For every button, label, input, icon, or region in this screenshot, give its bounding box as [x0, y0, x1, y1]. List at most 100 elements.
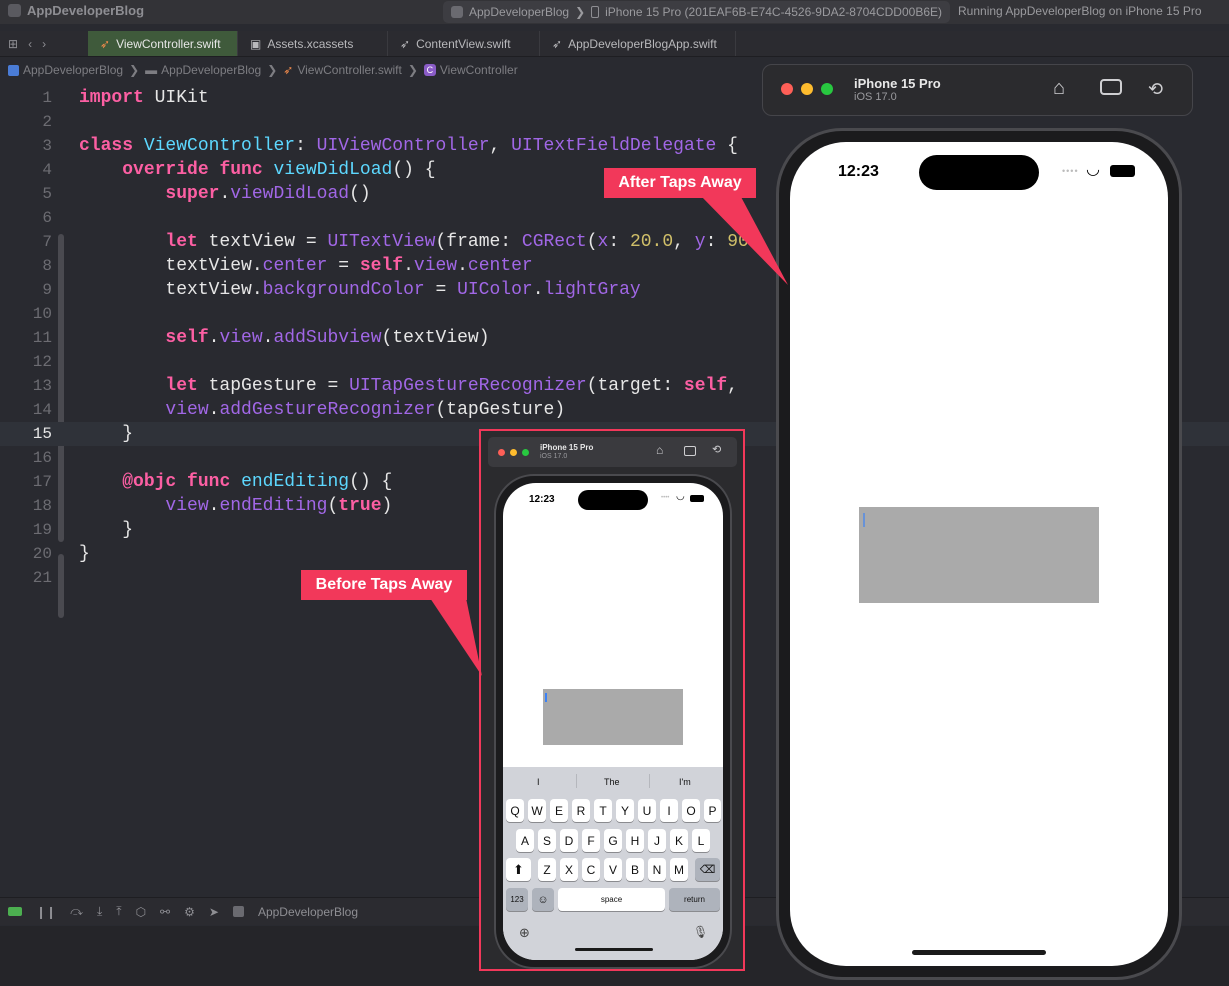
console-toggle-icon[interactable] — [8, 907, 22, 916]
code-text: let tapGesture = UITapGestureRecognizer(… — [165, 376, 738, 396]
breadcrumb-class[interactable]: C ViewController — [423, 63, 518, 77]
suggestion-divider — [576, 774, 577, 788]
key-b[interactable]: B — [626, 858, 644, 881]
numbers-key[interactable]: 123 — [506, 888, 528, 911]
code-text: } — [79, 544, 90, 564]
pause-icon[interactable]: ❙❙ — [36, 905, 56, 919]
iphone-frame-before: 12:23 •••• ◡ I The I'm Q W E R T Y U I O… — [494, 474, 732, 969]
shift-key[interactable]: ⬆ — [506, 858, 531, 881]
breadcrumb-file[interactable]: ➶ ViewController.swift — [283, 63, 402, 77]
key-n[interactable]: N — [648, 858, 666, 881]
key-s[interactable]: S — [538, 829, 556, 852]
emoji-key[interactable]: ☺ — [532, 888, 554, 911]
suggestion-2[interactable]: The — [604, 777, 620, 787]
grid-icon[interactable]: ⊞ — [8, 37, 18, 51]
location-icon[interactable]: ➤ — [209, 905, 219, 919]
close-window-dot[interactable] — [498, 449, 505, 456]
app-name: AppDeveloperBlog — [27, 3, 145, 18]
tab-assets[interactable]: ▣ Assets.xcassets — [238, 31, 388, 56]
key-j[interactable]: J — [648, 829, 666, 852]
code-text: import UIKit — [79, 88, 209, 108]
key-o[interactable]: O — [682, 799, 700, 822]
close-window-dot[interactable] — [781, 83, 793, 95]
key-m[interactable]: M — [670, 858, 688, 881]
key-k[interactable]: K — [670, 829, 688, 852]
globe-icon[interactable]: ⊕ — [519, 925, 530, 941]
back-arrow-icon[interactable]: ‹ — [28, 37, 32, 51]
class-icon: C — [423, 64, 436, 76]
step-out-icon[interactable]: ⤒ — [116, 904, 121, 919]
minimize-window-dot[interactable] — [801, 83, 813, 95]
home-icon[interactable]: ⌂ — [1053, 77, 1065, 100]
key-e[interactable]: E — [550, 799, 568, 822]
tab-contentview[interactable]: ➶ ContentView.swift — [388, 31, 540, 56]
microphone-icon[interactable]: 🎙︎ — [693, 925, 708, 939]
environment-icon[interactable]: ⚙ — [184, 905, 195, 919]
iphone-screen-before[interactable]: 12:23 •••• ◡ I The I'm Q W E R T Y U I O… — [503, 483, 723, 960]
tab-viewcontroller[interactable]: ➶ ViewController.swift — [88, 31, 238, 56]
home-indicator[interactable] — [575, 948, 653, 951]
view-hierarchy-icon[interactable]: ⬡ — [136, 905, 146, 919]
zoom-window-dot[interactable] — [821, 83, 833, 95]
key-x[interactable]: X — [560, 858, 578, 881]
swift-icon: ➶ — [100, 36, 111, 51]
step-over-icon[interactable]: ⤼ — [70, 904, 83, 919]
key-f[interactable]: F — [582, 829, 600, 852]
chevron-right-icon: ❯ — [407, 63, 418, 77]
home-indicator[interactable] — [912, 950, 1046, 955]
key-l[interactable]: L — [692, 829, 710, 852]
rotate-icon[interactable]: ⟲ — [1148, 79, 1163, 100]
breadcrumb-project[interactable]: AppDeveloperBlog — [8, 63, 123, 77]
annotation-before: Before Taps Away — [301, 570, 467, 600]
text-view[interactable] — [543, 689, 683, 745]
callout-arrow-after — [700, 195, 788, 285]
scheme-selector[interactable]: AppDeveloperBlog ❯ iPhone 15 Pro (201EAF… — [443, 1, 950, 23]
screenshot-camera-icon[interactable] — [684, 446, 696, 456]
key-q[interactable]: Q — [506, 799, 524, 822]
key-v[interactable]: V — [604, 858, 622, 881]
forward-arrow-icon[interactable]: › — [42, 37, 46, 51]
iphone-frame-after: 12:23 •••• ◡ — [776, 128, 1182, 980]
key-u[interactable]: U — [638, 799, 656, 822]
key-g[interactable]: G — [604, 829, 622, 852]
return-key[interactable]: return — [669, 888, 720, 911]
space-key[interactable]: space — [558, 888, 665, 911]
key-y[interactable]: Y — [616, 799, 634, 822]
cellular-signal-icon: •••• — [1062, 166, 1079, 176]
delete-key[interactable]: ⌫ — [695, 858, 720, 881]
battery-icon — [690, 495, 704, 502]
home-icon[interactable]: ⌂ — [656, 443, 663, 457]
swift-icon: ➶ — [283, 63, 294, 77]
minimize-window-dot[interactable] — [510, 449, 517, 456]
breadcrumb-group[interactable]: ▬ AppDeveloperBlog — [145, 63, 261, 77]
key-h[interactable]: H — [626, 829, 644, 852]
key-a[interactable]: A — [516, 829, 534, 852]
key-i[interactable]: I — [660, 799, 678, 822]
rotate-icon[interactable]: ⟲ — [712, 443, 721, 456]
key-t[interactable]: T — [594, 799, 612, 822]
text-view[interactable] — [859, 507, 1099, 603]
key-p[interactable]: P — [704, 799, 721, 822]
code-text: } — [79, 424, 134, 444]
key-z[interactable]: Z — [538, 858, 556, 881]
iphone-screen-after[interactable]: 12:23 •••• ◡ — [790, 142, 1168, 966]
line-number: 21 — [32, 569, 52, 587]
key-c[interactable]: C — [582, 858, 600, 881]
key-w[interactable]: W — [528, 799, 546, 822]
key-r[interactable]: R — [572, 799, 590, 822]
step-into-icon[interactable]: ⤓ — [97, 904, 102, 919]
tab-appdeveloperblogapp[interactable]: ➶ AppDeveloperBlogApp.swift — [540, 31, 736, 56]
code-text: view.addGestureRecognizer(tapGesture) — [165, 400, 566, 420]
suggestion-3[interactable]: I'm — [679, 777, 691, 787]
line-number: 13 — [32, 377, 52, 395]
run-destination[interactable]: iPhone 15 Pro (201EAF6B-E74C-4526-9DA2-8… — [605, 5, 942, 19]
memory-graph-icon[interactable]: ⚯ — [160, 905, 170, 919]
key-d[interactable]: D — [560, 829, 578, 852]
screenshot-camera-icon[interactable] — [1100, 79, 1122, 95]
suggestion-1[interactable]: I — [537, 777, 540, 787]
code-text: self.view.addSubview(textView) — [165, 328, 490, 348]
line-number: 19 — [32, 521, 52, 539]
zoom-window-dot[interactable] — [522, 449, 529, 456]
assets-icon: ▣ — [250, 36, 262, 51]
annotation-after: After Taps Away — [604, 168, 756, 198]
